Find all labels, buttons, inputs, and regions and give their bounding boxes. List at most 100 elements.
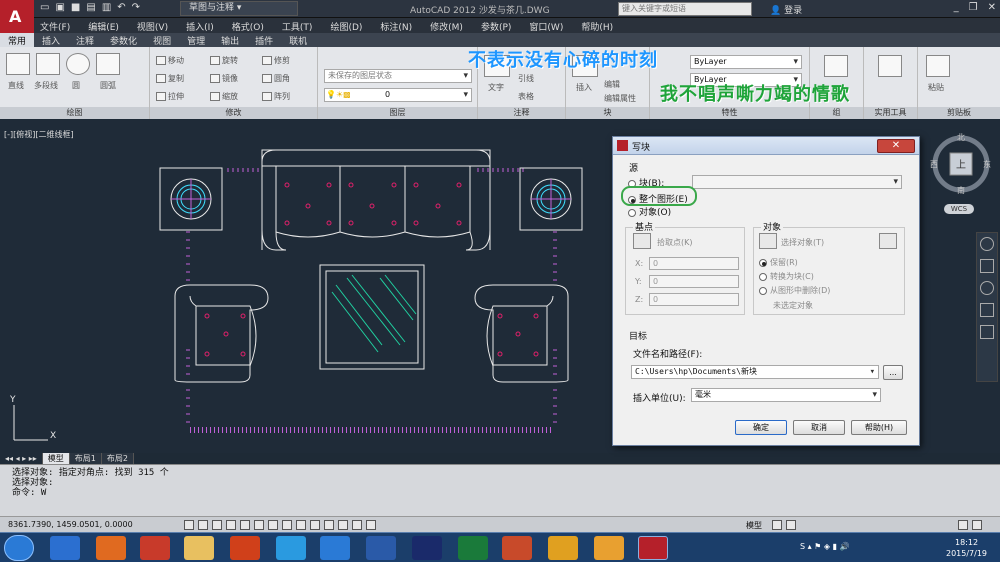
menu-modify[interactable]: 修改(M) — [424, 18, 475, 33]
polyline-icon[interactable] — [36, 53, 60, 75]
tab-annotate[interactable]: 注释 — [68, 33, 102, 47]
restore-icon[interactable]: ❐ — [969, 2, 978, 13]
dialog-title-bar[interactable]: 写块 ✕ — [613, 137, 919, 155]
menu-tools[interactable]: 工具(T) — [276, 18, 325, 33]
move-button[interactable]: 移动 — [156, 55, 184, 66]
fillet-button[interactable]: 圆角 — [262, 73, 290, 84]
line-icon[interactable] — [6, 53, 30, 75]
tab-layout2[interactable]: 布局2 — [101, 453, 134, 464]
radio-convert[interactable]: 转换为块(C) — [759, 271, 814, 282]
app-menu-button[interactable]: A — [0, 0, 34, 34]
otrack-icon[interactable] — [282, 520, 292, 530]
quick-select-icon[interactable] — [879, 233, 897, 249]
save-icon[interactable]: ■ — [71, 2, 80, 16]
rotate-button[interactable]: 旋转 — [210, 55, 238, 66]
pick-point-label[interactable]: 拾取点(K) — [657, 237, 693, 248]
grid-icon[interactable] — [212, 520, 222, 530]
ok-button[interactable]: 确定 — [735, 420, 787, 435]
login-button[interactable]: 👤 登录 — [770, 3, 802, 16]
z-coordinate-input[interactable]: 0 — [649, 293, 739, 306]
edit-attributes-button[interactable]: 编辑属性 — [604, 93, 636, 104]
print-icon[interactable]: ▥ — [102, 2, 111, 16]
matlab-icon[interactable] — [230, 536, 260, 560]
copy-button[interactable]: 复制 — [156, 73, 184, 84]
dyn-icon[interactable] — [310, 520, 320, 530]
media-player-icon[interactable] — [96, 536, 126, 560]
tab-model[interactable]: 模型 — [42, 453, 70, 464]
tab-output[interactable]: 输出 — [213, 33, 247, 47]
clean-screen-icon[interactable] — [972, 520, 982, 530]
select-objects-label[interactable]: 选择对象(T) — [781, 237, 824, 248]
dialog-close-button[interactable]: ✕ — [877, 139, 915, 153]
menu-edit[interactable]: 编辑(E) — [82, 18, 131, 33]
photoshop-icon[interactable] — [412, 536, 442, 560]
help-button[interactable]: 帮助(H) — [851, 420, 907, 435]
polar-icon[interactable] — [240, 520, 250, 530]
arc-icon[interactable] — [96, 53, 120, 75]
tab-plugins[interactable]: 插件 — [247, 33, 281, 47]
browse-button[interactable]: ... — [883, 365, 903, 380]
workspace-dropdown[interactable]: 草图与注释 ▾ — [180, 1, 298, 16]
menu-window[interactable]: 窗口(W) — [523, 18, 575, 33]
layer-state-dropdown[interactable]: 未保存的图层状态 — [324, 69, 472, 83]
menu-format[interactable]: 格式(O) — [226, 18, 276, 33]
menu-dimension[interactable]: 标注(N) — [374, 18, 424, 33]
autocad-taskbar-icon[interactable] — [638, 536, 668, 560]
saveas-icon[interactable]: ▤ — [86, 2, 95, 16]
snap-icon[interactable] — [198, 520, 208, 530]
app-icon[interactable] — [548, 536, 578, 560]
quick-properties-icon[interactable] — [352, 520, 362, 530]
zoom-icon[interactable] — [980, 281, 994, 295]
annotation-panel-title[interactable]: 注释 — [478, 107, 565, 119]
showmotion-icon[interactable] — [980, 325, 994, 339]
3dosnap-icon[interactable] — [268, 520, 278, 530]
block-name-dropdown[interactable] — [692, 175, 902, 189]
close-icon[interactable]: ✕ — [988, 2, 996, 13]
tab-parametric[interactable]: 参数化 — [102, 33, 145, 47]
tab-online[interactable]: 联机 — [281, 33, 315, 47]
orbit-icon[interactable] — [980, 303, 994, 317]
menu-view[interactable]: 视图(V) — [131, 18, 180, 33]
edit-block-button[interactable]: 编辑 — [604, 79, 620, 90]
menu-draw[interactable]: 绘图(D) — [324, 18, 374, 33]
ortho-icon[interactable] — [226, 520, 236, 530]
infer-constraints-icon[interactable] — [184, 520, 194, 530]
menu-help[interactable]: 帮助(H) — [575, 18, 625, 33]
radio-objects[interactable]: 对象(O) — [628, 205, 671, 218]
model-space-button[interactable]: 模型 — [746, 520, 762, 531]
scale-button[interactable]: 缩放 — [210, 91, 238, 102]
command-prompt[interactable]: 命令: W — [12, 488, 1000, 498]
paint-icon[interactable] — [594, 536, 624, 560]
table-button[interactable]: 表格 — [518, 91, 534, 102]
lineweight-icon[interactable] — [324, 520, 334, 530]
viewport-controls-label[interactable]: [-][俯视][二维线框] — [4, 129, 74, 140]
paste-icon[interactable] — [926, 55, 950, 77]
tab-manage[interactable]: 管理 — [179, 33, 213, 47]
tab-insert[interactable]: 插入 — [34, 33, 68, 47]
x-coordinate-input[interactable]: 0 — [649, 257, 739, 270]
baidu-cloud-icon[interactable] — [320, 536, 350, 560]
lock-icon[interactable] — [958, 520, 968, 530]
select-objects-icon[interactable] — [759, 233, 777, 249]
filename-input[interactable]: C:\Users\hp\Documents\新块 — [631, 365, 879, 379]
powerpoint-icon[interactable] — [502, 536, 532, 560]
clipboard-panel-title[interactable]: 剪贴板 — [918, 107, 1000, 119]
stretch-button[interactable]: 拉伸 — [156, 91, 184, 102]
array-button[interactable]: 阵列 — [262, 91, 290, 102]
cancel-button[interactable]: 取消 — [793, 420, 845, 435]
tab-view[interactable]: 视图 — [145, 33, 179, 47]
group-panel-title[interactable]: 组 — [810, 107, 863, 119]
pick-point-icon[interactable] — [633, 233, 651, 249]
utilities-panel-title[interactable]: 实用工具 — [864, 107, 917, 119]
selection-cycling-icon[interactable] — [366, 520, 376, 530]
pan-icon[interactable] — [980, 259, 994, 273]
color-dropdown[interactable]: ByLayer — [690, 55, 802, 69]
menu-parametric[interactable]: 参数(P) — [475, 18, 523, 33]
radio-delete[interactable]: 从图形中删除(D) — [759, 285, 830, 296]
chrome-icon[interactable] — [140, 536, 170, 560]
modify-panel-title[interactable]: 修改 — [150, 107, 317, 119]
trim-button[interactable]: 修剪 — [262, 55, 290, 66]
block-panel-title[interactable]: 块 — [566, 107, 649, 119]
ie-icon[interactable] — [50, 536, 80, 560]
tab-nav-arrows-icon[interactable]: ◂◂ ◂ ▸ ▸▸ — [0, 453, 43, 464]
